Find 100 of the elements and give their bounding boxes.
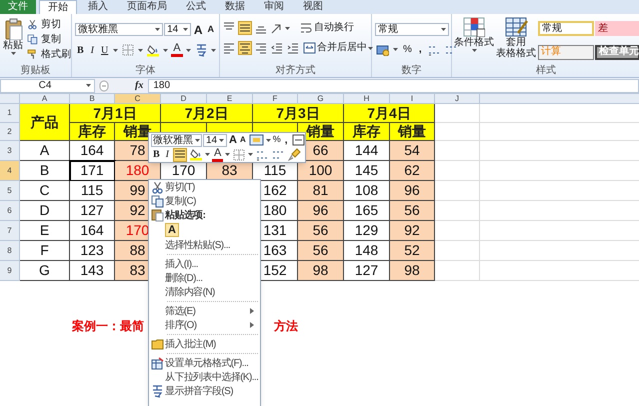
row-header[interactable]: 1 (0, 104, 20, 123)
font-color-button[interactable]: A (171, 43, 183, 57)
ribbon-tab[interactable]: 数据 (217, 0, 253, 14)
menu-item[interactable]: 从下拉列表中选择(K)... (165, 370, 260, 384)
grow-font-button[interactable]: A (228, 134, 238, 146)
merge-center-button[interactable]: 合并后居中 (303, 42, 373, 54)
column-header[interactable]: B (70, 94, 115, 104)
toolbar-button[interactable]: 复制 (26, 33, 71, 46)
row-header[interactable]: 5 (0, 181, 20, 201)
indent-decrease-icon (271, 42, 283, 54)
table-format-button[interactable]: 套用 表格格式 (495, 17, 537, 64)
column-header[interactable]: A (20, 94, 70, 104)
percent-button[interactable]: % (272, 133, 282, 147)
menu-item[interactable]: 显示拼音字段(S) (165, 384, 260, 398)
caret-icon (266, 138, 271, 142)
toolbar-button[interactable] (286, 41, 300, 55)
comma-button[interactable]: , (416, 42, 424, 57)
name-box[interactable]: C4 (0, 78, 95, 92)
corner-cell[interactable] (0, 94, 20, 104)
column-header[interactable]: H (344, 94, 390, 104)
row-header[interactable]: 6 (0, 201, 20, 221)
cell-style-button[interactable]: 常规 (538, 21, 594, 36)
row-header[interactable]: 2 (0, 123, 20, 141)
bold-button[interactable]: B (151, 147, 162, 162)
ribbon-tab[interactable]: 开始 (39, 0, 77, 14)
toolbar-button[interactable] (173, 148, 188, 162)
toolbar-button[interactable] (248, 133, 265, 147)
italic-button[interactable]: I (164, 147, 172, 162)
column-header[interactable]: F (253, 94, 298, 104)
ribbon-tab[interactable]: 公式 (178, 0, 214, 14)
toolbar-button[interactable] (189, 148, 204, 162)
ribbon-tab[interactable]: 页面布局 (119, 0, 175, 14)
ribbon-tab[interactable]: 视图 (295, 0, 331, 14)
row-header[interactable]: 8 (0, 241, 20, 261)
toolbar-button[interactable] (238, 21, 252, 35)
ribbon-tab[interactable]: 审阅 (256, 0, 292, 14)
ribbon-tab[interactable]: 插入 (80, 0, 116, 14)
column-header[interactable]: I (390, 94, 435, 104)
column-header[interactable]: D (161, 94, 207, 104)
caret-icon (205, 153, 210, 156)
toolbar-button[interactable]: 剪切 (26, 18, 71, 31)
toolbar-button[interactable] (238, 41, 252, 55)
font-size-field[interactable]: 14 (164, 23, 191, 36)
grow-font-button[interactable]: A (192, 24, 204, 36)
table-cell: 171 (70, 161, 115, 181)
money-icon (376, 43, 389, 56)
menu-item[interactable]: 排序(O) (165, 318, 250, 332)
group-label: 数字 (402, 66, 422, 76)
row-header[interactable]: 4 (0, 161, 20, 181)
font-field[interactable]: 微软雅黑 (75, 23, 164, 36)
column-header[interactable]: G (298, 94, 344, 104)
column-header[interactable]: J (435, 94, 480, 104)
italic-button[interactable]: I (88, 42, 96, 58)
format-icon (248, 134, 264, 146)
column-header[interactable]: C (115, 94, 161, 104)
menu-item[interactable]: 设置单元格格式(F)... (165, 356, 260, 370)
group-label: 对齐方式 (276, 66, 316, 76)
caret-icon (182, 28, 188, 31)
toolbar-button[interactable] (222, 41, 236, 55)
toolbar-button[interactable]: 格式刷 (26, 48, 71, 61)
paste-button[interactable]: 粘贴 (2, 18, 24, 62)
cell-style-button[interactable]: 差 (595, 21, 639, 36)
column-header[interactable]: E (207, 94, 253, 104)
menu-item[interactable]: 插入批注(M) (165, 336, 260, 352)
splitter-icon[interactable] (99, 80, 109, 92)
insert-function-button[interactable]: fx (134, 78, 144, 93)
underline-button[interactable]: U (99, 42, 110, 58)
menu-item[interactable]: 筛选(E) (165, 304, 250, 318)
number-format-field[interactable]: 常规 (375, 23, 449, 36)
row-header[interactable]: 3 (0, 141, 20, 161)
font-color-button[interactable]: A (212, 148, 224, 162)
group-label: 样式 (536, 66, 556, 76)
comma-button[interactable]: , (282, 132, 290, 148)
caret-icon (225, 153, 230, 156)
shrink-font-button[interactable]: A (238, 136, 247, 144)
toolbar-button[interactable] (270, 41, 284, 55)
toolbar-button[interactable] (254, 41, 268, 55)
menu-item[interactable]: 清除内容(N) (165, 284, 260, 300)
row-header[interactable]: 7 (0, 221, 20, 241)
group-label: 字体 (136, 66, 156, 76)
toolbar-button[interactable] (146, 43, 160, 57)
toolbar-button[interactable] (375, 42, 390, 56)
shrink-font-button[interactable]: A (206, 25, 216, 34)
table-cell: 127 (344, 261, 390, 281)
button-label: 表格格式 (496, 49, 536, 59)
table-cell: E (20, 221, 70, 241)
scissors-icon (26, 18, 39, 31)
conditional-format-button[interactable]: 条件格式 (454, 17, 494, 64)
formula-field[interactable]: 180 (148, 78, 639, 92)
table-cell: 115 (70, 181, 115, 201)
toolbar-button[interactable] (290, 133, 306, 147)
paste-option-button[interactable]: A (165, 223, 179, 237)
font-size-field[interactable]: 14 (203, 134, 227, 146)
row-header[interactable]: 9 (0, 261, 20, 281)
bold-button[interactable]: B (75, 42, 86, 58)
wrap-text-button[interactable]: 自动换行 (300, 22, 354, 34)
percent-button[interactable]: % (401, 42, 414, 57)
file-tab[interactable]: 文件 (0, 0, 36, 14)
table-header: 产品 (20, 104, 70, 141)
table-header: 7月1日 (70, 104, 161, 123)
